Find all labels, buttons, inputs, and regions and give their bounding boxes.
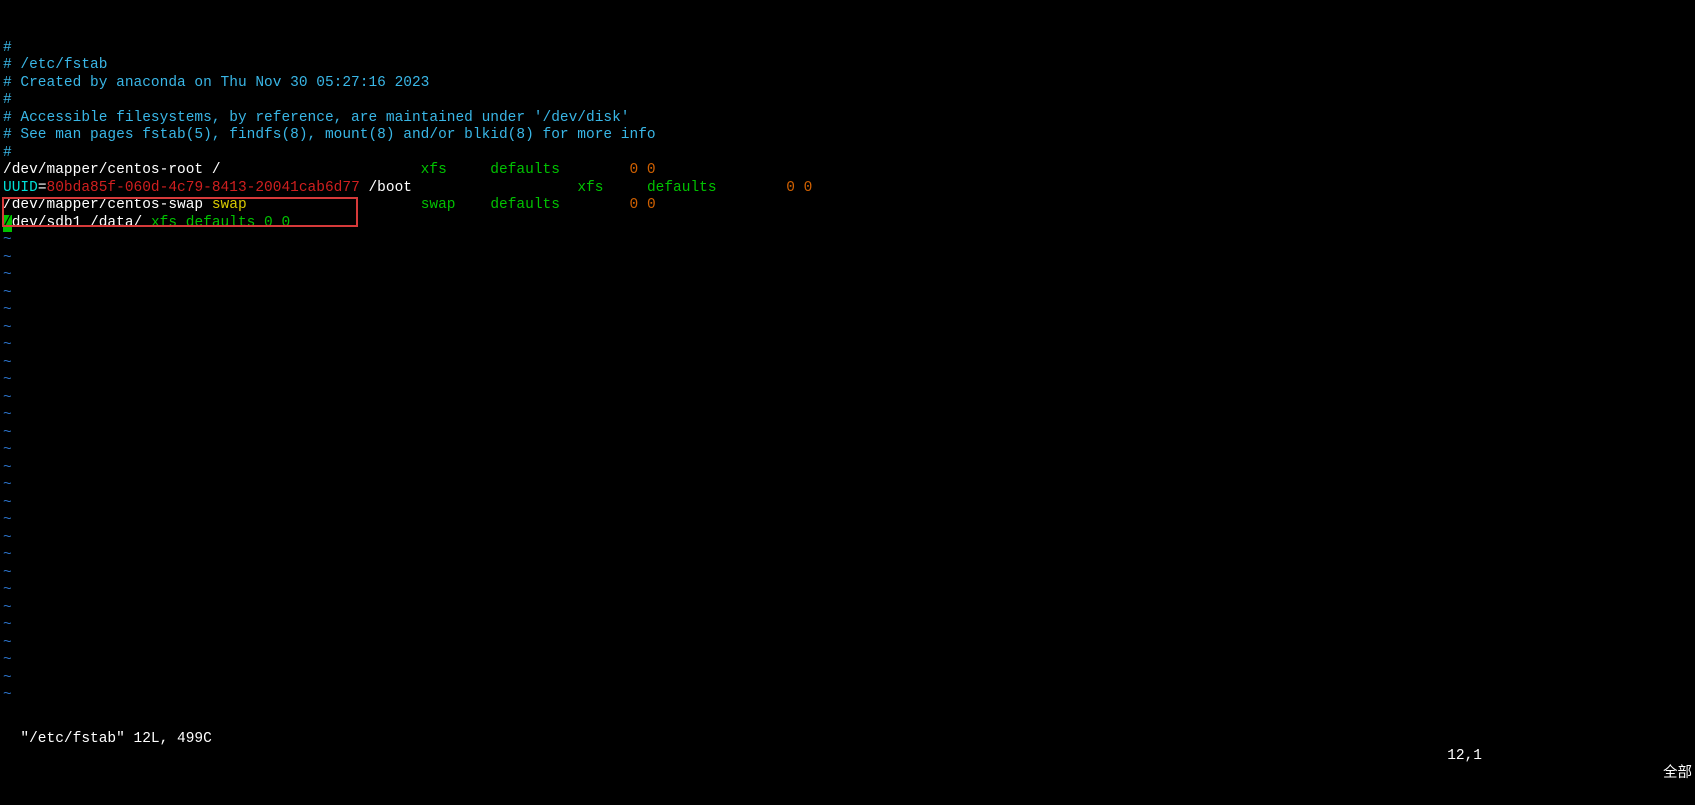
text-cursor: / <box>3 215 12 233</box>
fstab-options: defaults <box>490 162 629 178</box>
empty-line-tilde: ~ <box>3 250 12 266</box>
empty-line-tilde: ~ <box>3 617 12 633</box>
fstab-mountpoint: swap <box>212 197 421 213</box>
fstab-device: /dev/mapper/centos-root / <box>3 162 421 178</box>
fstab-dump: 0 0 <box>630 162 656 178</box>
fstab-comment: # <box>3 145 12 161</box>
status-filename: "/etc/fstab" 12L, 499C <box>20 731 211 747</box>
empty-line-tilde: ~ <box>3 477 12 493</box>
empty-line-tilde: ~ <box>3 425 12 441</box>
empty-line-tilde: ~ <box>3 407 12 423</box>
empty-line-tilde: ~ <box>3 600 12 616</box>
fstab-mountpoint: /boot <box>360 180 578 196</box>
empty-line-tilde: ~ <box>3 582 12 598</box>
fstab-dump: 0 0 <box>786 180 812 196</box>
empty-line-tilde: ~ <box>3 337 12 353</box>
empty-line-tilde: ~ <box>3 390 12 406</box>
empty-line-tilde: ~ <box>3 652 12 668</box>
empty-line-tilde: ~ <box>3 495 12 511</box>
status-cursor-position: 12,1 <box>1447 748 1482 766</box>
empty-line-tilde: ~ <box>3 442 12 458</box>
equals-sign: = <box>38 180 47 196</box>
empty-line-tilde: ~ <box>3 372 12 388</box>
fstab-comment: # <box>3 40 12 56</box>
fstab-comment: # See man pages fstab(5), findfs(8), mou… <box>3 127 656 143</box>
empty-line-tilde: ~ <box>3 285 12 301</box>
fstab-comment: # Created by anaconda on Thu Nov 30 05:2… <box>3 75 429 91</box>
empty-line-tilde: ~ <box>3 565 12 581</box>
editor-viewport[interactable]: # # /etc/fstab # Created by anaconda on … <box>3 22 812 705</box>
empty-line-tilde: ~ <box>3 687 12 703</box>
fstab-comment: # Accessible filesystems, by reference, … <box>3 110 630 126</box>
empty-line-tilde: ~ <box>3 302 12 318</box>
empty-line-tilde: ~ <box>3 355 12 371</box>
fstab-fstype: xfs <box>421 162 491 178</box>
fstab-fstype: swap <box>421 197 491 213</box>
fstab-options: defaults <box>647 180 786 196</box>
empty-line-tilde: ~ <box>3 267 12 283</box>
vim-status-bar: "/etc/fstab" 12L, 499C 12,1 全部 <box>3 713 1692 783</box>
empty-line-tilde: ~ <box>3 635 12 651</box>
fstab-dump: 0 0 <box>630 197 656 213</box>
fstab-uuid-value: 80bda85f-060d-4c79-8413-20041cab6d77 <box>47 180 360 196</box>
empty-line-tilde: ~ <box>3 547 12 563</box>
fstab-options: defaults <box>490 197 629 213</box>
fstab-fstype: xfs <box>577 180 647 196</box>
fstab-device: /dev/mapper/centos-swap <box>3 197 212 213</box>
empty-line-tilde: ~ <box>3 670 12 686</box>
fstab-tail: xfs defaults 0 0 <box>151 215 290 231</box>
empty-line-tilde: ~ <box>3 460 12 476</box>
empty-line-tilde: ~ <box>3 320 12 336</box>
fstab-comment: # <box>3 92 12 108</box>
fstab-uuid-label: UUID <box>3 180 38 196</box>
status-scroll-indicator: 全部 <box>1663 766 1692 784</box>
empty-line-tilde: ~ <box>3 512 12 528</box>
empty-line-tilde: ~ <box>3 530 12 546</box>
empty-line-tilde: ~ <box>3 232 12 248</box>
fstab-comment: # /etc/fstab <box>3 57 107 73</box>
fstab-device: dev/sdb1 /data/ <box>12 215 151 231</box>
